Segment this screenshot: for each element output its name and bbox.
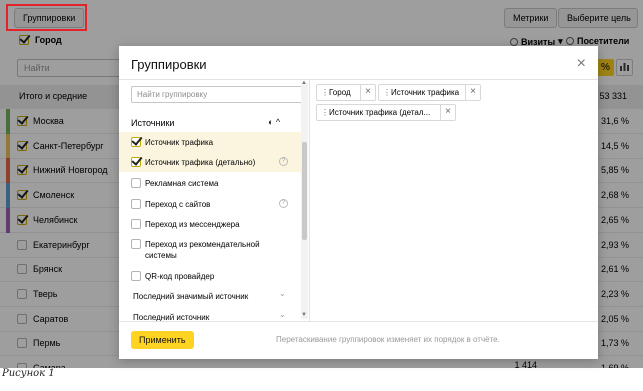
footer-note: Перетаскивание группировок изменяет их п…: [276, 335, 500, 344]
groupings-list-pane: Найти группировку Источники ◐ ^ Источник…: [119, 80, 310, 322]
chip-traffic-source-detailed[interactable]: ⋮ Источник трафика (детал... ×: [316, 104, 456, 121]
grouping-item[interactable]: Последний значимый источник ⌄: [119, 286, 301, 306]
groupings-modal: Группировки × Найти группировку Источник…: [119, 46, 598, 359]
drag-handle-icon[interactable]: ⋮: [321, 85, 329, 100]
grouping-checkbox[interactable]: [131, 239, 141, 249]
grouping-label: Последний значимый источник: [133, 292, 249, 301]
remove-chip-icon[interactable]: ×: [465, 84, 480, 101]
modal-footer: Применить Перетаскивание группировок изм…: [119, 321, 598, 359]
grouping-label: Источник трафика (детально): [145, 158, 256, 167]
chip-city[interactable]: ⋮ Город ×: [316, 84, 376, 101]
grouping-checkbox[interactable]: [131, 219, 141, 229]
drag-handle-icon[interactable]: ⋮: [321, 105, 329, 120]
figure-caption: Рисунок 1: [2, 368, 55, 379]
scrollbar-thumb[interactable]: [302, 142, 307, 240]
grouping-checkbox[interactable]: [131, 157, 141, 167]
grouping-item[interactable]: Источник трафика: [119, 132, 301, 152]
grouping-label: QR-код провайдер: [145, 272, 215, 281]
grouping-item[interactable]: Переход из мессенджера: [119, 214, 301, 234]
close-icon[interactable]: ×: [577, 56, 586, 72]
grouping-item[interactable]: QR-код провайдер: [119, 266, 301, 286]
chip-label: Город: [329, 88, 351, 97]
grouping-checkbox[interactable]: [131, 271, 141, 281]
grouping-label: Рекламная система: [145, 179, 219, 188]
modal-title: Группировки: [131, 57, 207, 72]
section-header-sources[interactable]: Источники: [131, 118, 174, 128]
grouping-item[interactable]: Рекламная система: [119, 173, 301, 193]
grouping-search-input[interactable]: Найти группировку: [131, 86, 303, 103]
grouping-checkbox[interactable]: [131, 137, 141, 147]
grouping-checkbox[interactable]: [131, 178, 141, 188]
grouping-item[interactable]: Переход с сайтов?: [119, 194, 301, 214]
chevron-down-icon[interactable]: ⌄: [279, 289, 286, 298]
grouping-label: Источник трафика: [145, 138, 214, 147]
info-icon[interactable]: ?: [279, 157, 288, 166]
remove-chip-icon[interactable]: ×: [360, 84, 375, 101]
grouping-label: Переход с сайтов: [145, 200, 211, 209]
grouping-checkbox[interactable]: [131, 199, 141, 209]
scroll-up-arrow-icon[interactable]: ▲: [301, 80, 307, 86]
chip-traffic-source[interactable]: ⋮ Источник трафика ×: [378, 84, 481, 101]
info-icon[interactable]: ?: [279, 199, 288, 208]
grouping-label: Переход из рекомендательной системы: [145, 240, 260, 260]
apply-button[interactable]: Применить: [131, 331, 194, 349]
chip-label: Источник трафика (детал...: [329, 108, 431, 117]
chip-label: Источник трафика: [391, 88, 460, 97]
grouping-item[interactable]: Переход из рекомендательной системы: [119, 234, 301, 260]
drag-handle-icon[interactable]: ⋮: [383, 85, 391, 100]
grouping-label: Переход из мессенджера: [145, 220, 240, 229]
highlight-frame: [6, 4, 87, 31]
grouping-item[interactable]: Источник трафика (детально)?: [119, 152, 301, 172]
section-toggle-icons[interactable]: ◐ ^: [268, 117, 280, 127]
remove-chip-icon[interactable]: ×: [440, 104, 455, 121]
chevron-down-icon[interactable]: ⌄: [279, 310, 286, 319]
scroll-down-arrow-icon[interactable]: ▼: [301, 312, 307, 318]
